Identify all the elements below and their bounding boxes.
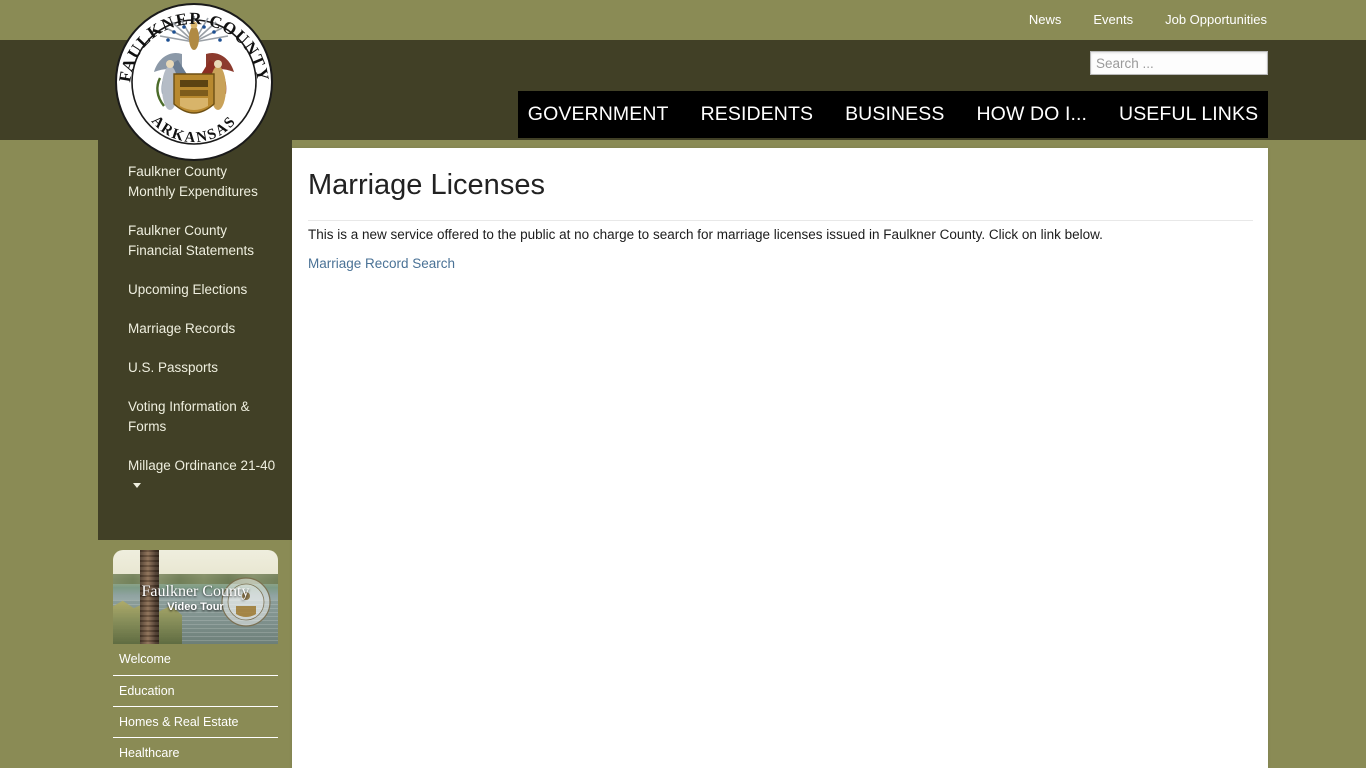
marriage-record-search-link[interactable]: Marriage Record Search (308, 256, 455, 271)
page-root: News Events Job Opportunities GOVERNMENT… (0, 0, 1366, 768)
topbar-link-job-opportunities[interactable]: Job Opportunities (1149, 0, 1283, 40)
sidebar-item-us-passports[interactable]: U.S. Passports (98, 358, 292, 378)
main-navigation: GOVERNMENT RESIDENTS BUSINESS HOW DO I..… (518, 91, 1268, 138)
video-tour-list: Welcome Education Homes & Real Estate He… (113, 644, 278, 768)
sidebar-item-label: Millage Ordinance 21-40 (128, 458, 276, 473)
chevron-down-icon (133, 483, 141, 488)
nav-item-useful-links[interactable]: USEFUL LINKS (1103, 91, 1274, 138)
sidebar-item-financial-statements[interactable]: Faulkner County Financial Statements (98, 221, 292, 261)
video-tour-item-healthcare[interactable]: Healthcare (113, 737, 278, 768)
sidebar-menu: Faulkner County Monthly Expenditures Fau… (98, 162, 292, 515)
nav-item-residents[interactable]: RESIDENTS (685, 91, 830, 138)
county-seal-logo[interactable]: FAULKNER COUNTY ARKANSAS (108, 0, 280, 168)
video-tour-title: Faulkner County (141, 583, 250, 600)
main-content: Marriage Licenses This is a new service … (292, 148, 1268, 768)
video-tour-subtitle: Video Tour (167, 601, 224, 613)
page-title: Marriage Licenses (308, 169, 545, 201)
video-tour-item-homes-real-estate[interactable]: Homes & Real Estate (113, 706, 278, 737)
sidebar-item-millage-ordinance[interactable]: Millage Ordinance 21-40 (98, 456, 292, 496)
intro-paragraph: This is a new service offered to the pub… (308, 227, 1103, 242)
nav-item-how-do-i[interactable]: HOW DO I... (961, 91, 1104, 138)
video-tour-titles: Faulkner County Video Tour (113, 584, 278, 615)
topbar-link-news[interactable]: News (1013, 0, 1078, 40)
sidebar-item-marriage-records[interactable]: Marriage Records (98, 319, 292, 339)
sidebar-item-voting-information-forms[interactable]: Voting Information & Forms (98, 397, 292, 437)
video-tour-widget: Faulkner County Video Tour Welcome Educa… (113, 550, 278, 768)
sidebar-item-upcoming-elections[interactable]: Upcoming Elections (98, 280, 292, 300)
nav-item-business[interactable]: BUSINESS (829, 91, 960, 138)
left-sidebar: Faulkner County Monthly Expenditures Fau… (98, 140, 292, 540)
video-tour-item-welcome[interactable]: Welcome (113, 644, 278, 675)
search-input[interactable] (1091, 52, 1267, 74)
topbar-link-events[interactable]: Events (1077, 0, 1149, 40)
search-box[interactable] (1090, 51, 1268, 75)
nav-item-government[interactable]: GOVERNMENT (512, 91, 685, 138)
video-tour-item-education[interactable]: Education (113, 675, 278, 706)
title-divider (308, 220, 1253, 221)
video-tour-banner[interactable]: Faulkner County Video Tour (113, 550, 278, 644)
county-seal-icon: FAULKNER COUNTY ARKANSAS (115, 3, 273, 161)
top-utility-links: News Events Job Opportunities (1013, 0, 1283, 40)
